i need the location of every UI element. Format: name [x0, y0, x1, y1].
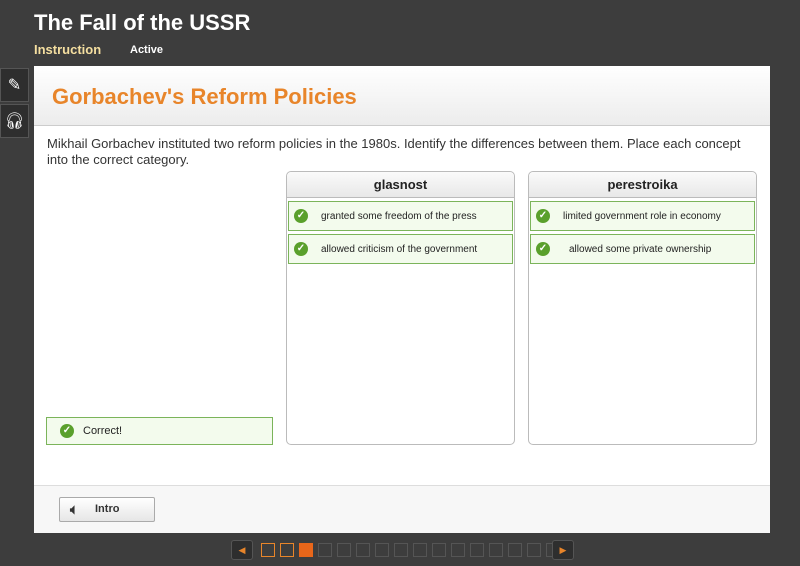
next-button[interactable]: ▶ — [552, 540, 574, 560]
page-indicator-10[interactable] — [432, 543, 446, 557]
category-header: glasnost — [287, 172, 514, 198]
concept-card[interactable]: ✓ allowed criticism of the government — [288, 234, 513, 264]
page-indicator-12[interactable] — [470, 543, 484, 557]
arrow-left-icon: ◀ — [238, 545, 246, 555]
check-icon: ✓ — [536, 209, 550, 223]
arrow-right-icon: ▶ — [559, 545, 567, 555]
concept-label: allowed some private ownership — [569, 243, 712, 255]
category-header: perestroika — [529, 172, 756, 198]
tab-active[interactable]: Active — [130, 44, 163, 56]
speaker-icon: 🔈︎ — [70, 501, 79, 517]
page-indicator-4[interactable] — [318, 543, 332, 557]
concept-card[interactable]: ✓ limited government role in economy — [530, 201, 755, 231]
activity-panel: Gorbachev's Reform Policies Mikhail Gorb… — [34, 66, 770, 533]
pencil-icon: ✎ — [7, 77, 22, 94]
check-icon: ✓ — [294, 242, 308, 256]
concept-label: allowed criticism of the government — [321, 243, 478, 255]
category-glasnost[interactable]: glasnost ✓ granted some freedom of the pr… — [286, 171, 515, 445]
page-indicator-8[interactable] — [394, 543, 408, 557]
pagination — [261, 543, 560, 557]
page-indicator-15[interactable] — [527, 543, 541, 557]
page-indicator-9[interactable] — [413, 543, 427, 557]
previous-button[interactable]: ◀ — [231, 540, 253, 560]
headphones-icon: 🎧︎ — [4, 113, 25, 130]
concept-label: limited government role in economy — [563, 210, 721, 222]
concept-label: granted some freedom of the press — [321, 210, 477, 222]
audio-tool-button[interactable]: 🎧︎ — [0, 104, 29, 138]
page-indicator-13[interactable] — [489, 543, 503, 557]
page-indicator-14[interactable] — [508, 543, 522, 557]
activity-title: Gorbachev's Reform Policies — [34, 66, 770, 126]
check-icon: ✓ — [294, 209, 308, 223]
course-title: The Fall of the USSR — [34, 10, 251, 35]
page-indicator-6[interactable] — [356, 543, 370, 557]
instructions: Mikhail Gorbachev instituted two reform … — [47, 136, 741, 167]
intro-label: Intro — [95, 503, 120, 515]
page-indicator-2[interactable] — [280, 543, 294, 557]
feedback-message: ✓ Correct! — [46, 417, 273, 445]
page-indicator-11[interactable] — [451, 543, 465, 557]
page-indicator-7[interactable] — [375, 543, 389, 557]
check-icon: ✓ — [60, 424, 74, 438]
footer: 🔈︎ Intro — [34, 485, 770, 533]
category-perestroika[interactable]: perestroika ✓ limited government role in … — [528, 171, 757, 445]
page-indicator-5[interactable] — [337, 543, 351, 557]
intro-button[interactable]: 🔈︎ Intro — [59, 497, 155, 522]
page-indicator-3[interactable] — [299, 543, 313, 557]
pencil-tool-button[interactable]: ✎ — [0, 68, 29, 102]
tab-instruction[interactable]: Instruction — [34, 42, 101, 57]
concept-card[interactable]: ✓ granted some freedom of the press — [288, 201, 513, 231]
concept-card[interactable]: ✓ allowed some private ownership — [530, 234, 755, 264]
page-indicator-1[interactable] — [261, 543, 275, 557]
check-icon: ✓ — [536, 242, 550, 256]
feedback-text: Correct! — [83, 425, 123, 437]
